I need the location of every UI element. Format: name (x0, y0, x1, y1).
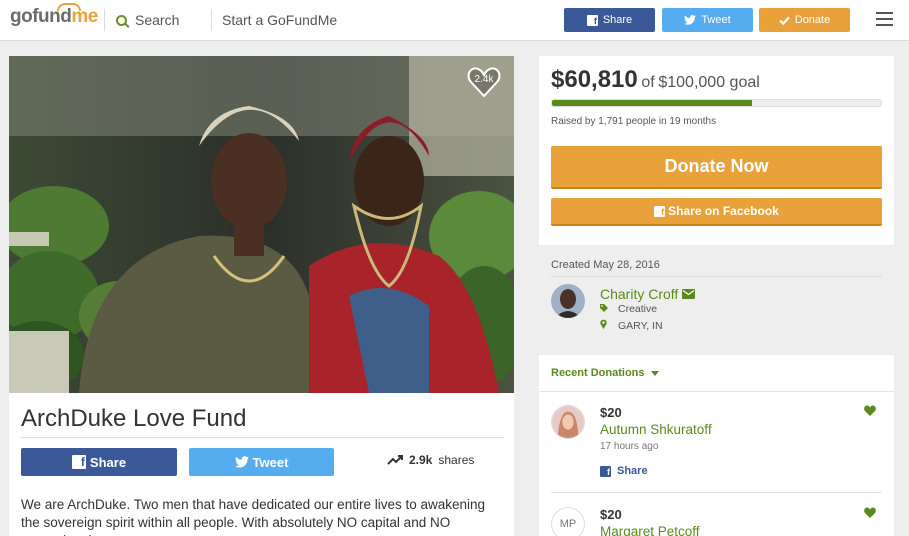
checkmark-icon (778, 16, 790, 25)
donor-avatar (551, 405, 585, 439)
donation-share-link[interactable]: f Share (600, 465, 648, 477)
organizer-avatar[interactable] (551, 284, 585, 318)
start-campaign-link[interactable]: Start a GoFundMe (222, 12, 337, 28)
facebook-icon: f (654, 205, 666, 217)
map-pin-icon (600, 319, 607, 329)
progress-bar (551, 99, 882, 107)
campaign-share-button[interactable]: f Share (21, 448, 177, 476)
nav-divider (104, 9, 105, 31)
hamburger-menu-icon[interactable] (876, 12, 893, 26)
donation-card: $60,810 of $100,000 goal Raised by 1,791… (539, 56, 894, 245)
trending-icon (387, 455, 403, 465)
search-icon (116, 15, 127, 26)
envelope-icon[interactable] (682, 289, 696, 299)
donor-name: Margaret Petcoff (600, 524, 700, 536)
recent-donations-card: Recent Donations $20 Autumn Shkuratoff 1… (539, 355, 894, 536)
heart-count-badge[interactable]: 2.4k (467, 66, 501, 98)
nav-divider (211, 9, 212, 31)
facebook-icon: f (586, 14, 598, 26)
recent-donations-dropdown[interactable]: Recent Donations (551, 367, 659, 379)
organizer-category[interactable]: Creative (600, 303, 657, 315)
search-link[interactable]: Search (116, 12, 179, 28)
divider (551, 276, 882, 277)
twitter-icon (234, 456, 249, 468)
header-donate-button[interactable]: Donate (759, 8, 850, 32)
heart-icon[interactable] (864, 405, 876, 416)
header-tweet-button[interactable]: Tweet (662, 8, 753, 32)
facebook-icon: f (71, 455, 86, 469)
divider (551, 492, 882, 493)
top-nav: gofundme Search Start a GoFundMe f Share … (0, 0, 909, 41)
donation-amount: $20 (600, 405, 622, 420)
organizer-name[interactable]: Charity Croff (600, 286, 696, 302)
created-date: Created May 28, 2016 (551, 259, 660, 271)
caret-down-icon (650, 371, 659, 376)
donation-time: 17 hours ago (600, 441, 659, 452)
gofundme-logo[interactable]: gofundme (10, 3, 98, 28)
header-share-button[interactable]: f Share (564, 8, 655, 32)
divider (539, 391, 894, 392)
raised-by-text: Raised by 1,791 people in 19 months (551, 116, 717, 127)
campaign-tweet-button[interactable]: Tweet (189, 448, 334, 476)
share-on-facebook-button[interactable]: f Share on Facebook (551, 198, 882, 226)
facebook-icon: f (600, 465, 611, 477)
campaign-photo: 2.4k (9, 56, 514, 393)
campaign-description: We are ArchDuke. Two men that have dedic… (21, 497, 486, 536)
donation-amount: $20 (600, 507, 622, 522)
shares-count: 2.9k shares (387, 453, 474, 467)
campaign-title: ArchDuke Love Fund (21, 405, 247, 432)
heart-icon[interactable] (864, 507, 876, 518)
donor-avatar: MP (551, 507, 585, 536)
tag-icon (600, 304, 608, 312)
divider (21, 437, 504, 438)
twitter-icon (684, 15, 697, 25)
campaign-main: 2.4k ArchDuke Love Fund f Share Tweet 2.9… (9, 56, 514, 536)
amount-raised: $60,810 of $100,000 goal (551, 66, 760, 93)
donate-now-button[interactable]: Donate Now (551, 146, 882, 189)
organizer-location: GARY, IN (600, 319, 663, 332)
donor-name: Autumn Shkuratoff (600, 422, 712, 437)
